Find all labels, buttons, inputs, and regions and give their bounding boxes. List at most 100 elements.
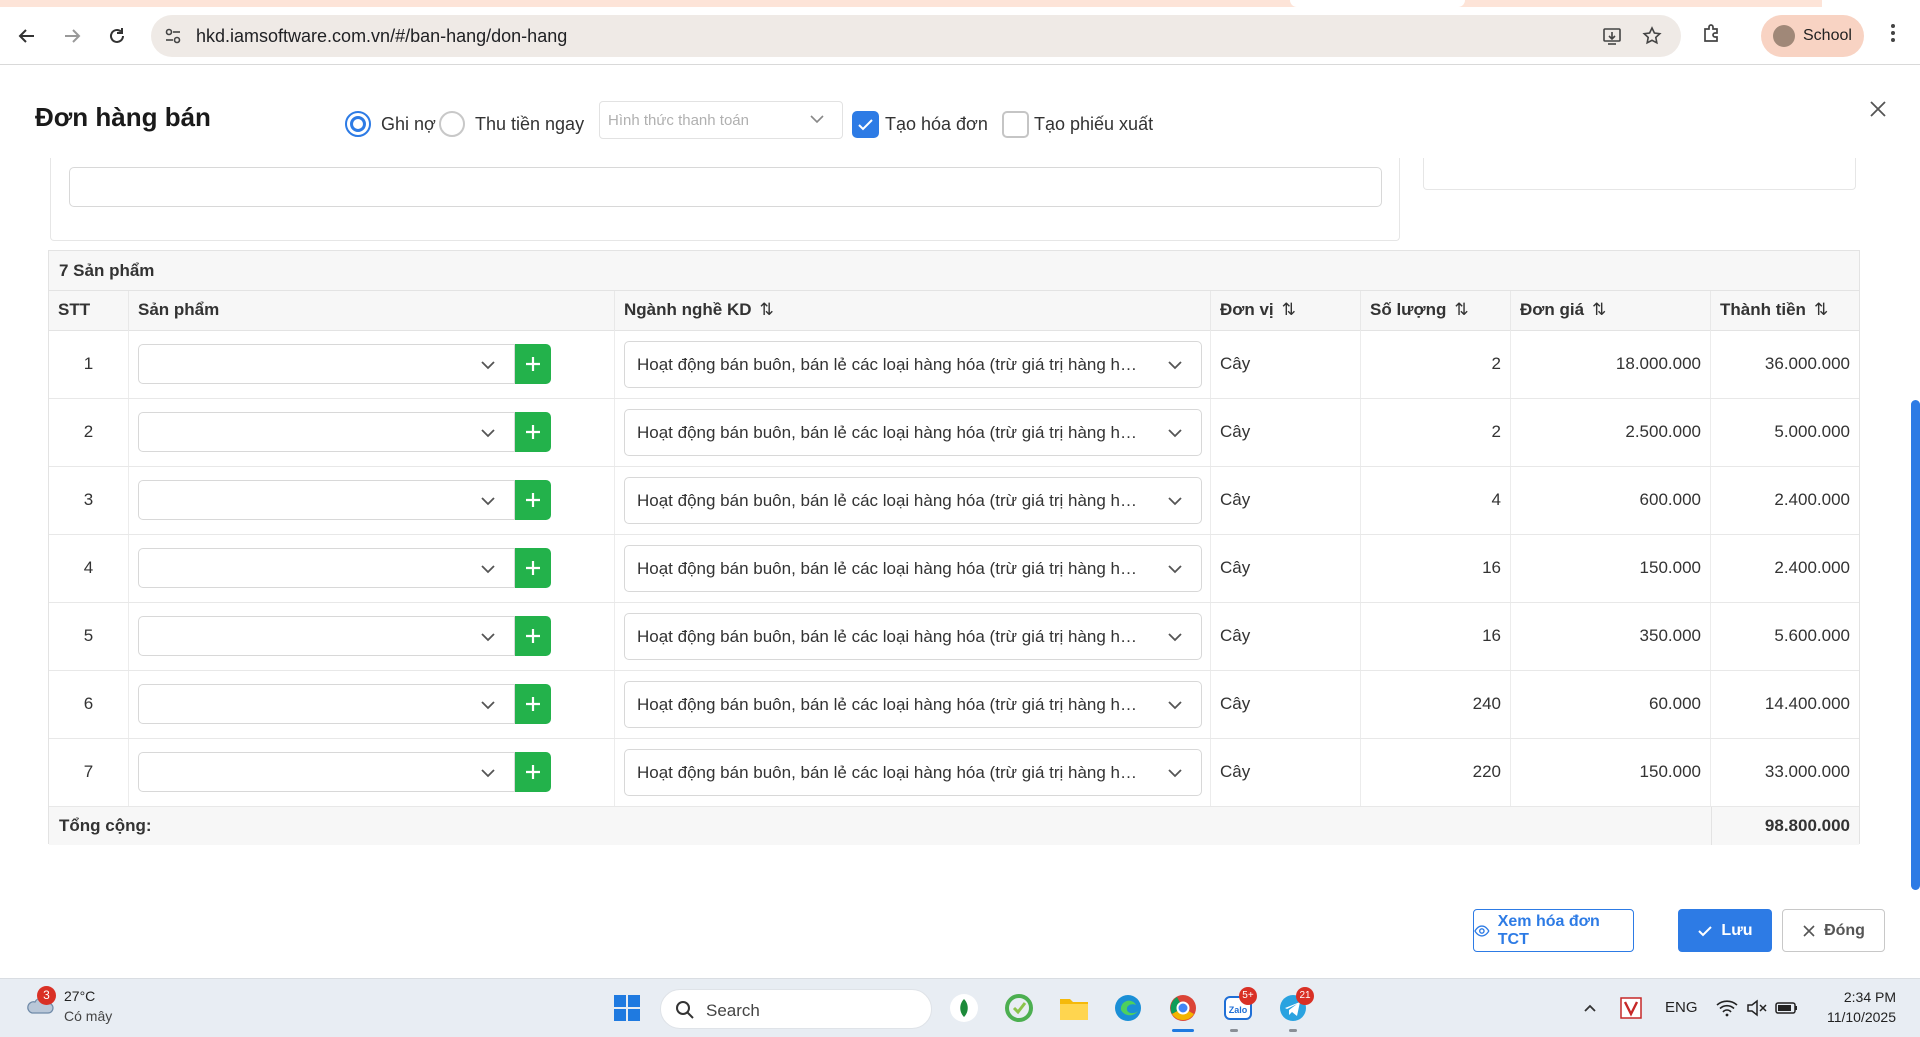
vertical-scrollbar[interactable] [1911,178,1920,978]
url-text[interactable]: hkd.iamsoftware.com.vn/#/ban-hang/don-ha… [196,26,567,47]
add-product-button[interactable] [515,344,551,384]
cell-unit: Cây [1211,467,1361,534]
bookmark-star-icon[interactable] [1641,25,1663,47]
radio-cash[interactable] [439,111,465,137]
plus-icon [526,765,540,779]
profile-name: School [1803,27,1852,44]
create-invoice-label[interactable]: Tạo hóa đơn [885,114,988,135]
product-select[interactable] [138,412,515,452]
th-industry[interactable]: Ngành nghề KD ⇅ [615,291,1211,331]
product-select[interactable] [138,684,515,724]
sort-icon[interactable]: ⇅ [1814,300,1828,320]
cell-qty: 220 [1361,739,1511,806]
table-row: 1 Hoạt động bán buôn, bán lẻ các loại hàn… [49,331,1859,399]
cell-stt: 4 [49,535,129,602]
radio-debt[interactable] [345,111,371,137]
plus-icon [526,629,540,643]
app-green-icon[interactable] [1001,990,1037,1026]
th-qty[interactable]: Số lượng ⇅ [1361,291,1511,331]
th-amount[interactable]: Thành tiền ⇅ [1711,291,1859,331]
more-menu-icon[interactable] [1881,21,1911,51]
sort-icon[interactable]: ⇅ [1282,300,1296,320]
create-export-label[interactable]: Tạo phiếu xuất [1034,114,1153,135]
install-app-icon[interactable] [1601,25,1623,47]
radio-debt-label[interactable]: Ghi nợ [381,114,436,135]
sort-icon[interactable]: ⇅ [760,300,774,320]
industry-value: Hoạt động bán buôn, bán lẻ các loại hàng… [637,355,1137,374]
chevron-down-icon [478,695,498,715]
close-button[interactable]: Đóng [1782,909,1885,952]
industry-select[interactable]: Hoạt động bán buôn, bán lẻ các loại hàng… [624,613,1202,660]
th-unit[interactable]: Đơn vị ⇅ [1211,291,1361,331]
add-product-button[interactable] [515,548,551,588]
product-select[interactable] [138,548,515,588]
chrome-browser-icon[interactable] [1165,990,1201,1026]
create-invoice-checkbox[interactable] [852,111,879,138]
clock-time[interactable]: 2:34 PM [1836,989,1896,1005]
product-select[interactable] [138,480,515,520]
wifi-icon[interactable] [1712,990,1742,1026]
file-explorer-icon[interactable] [1056,990,1092,1026]
battery-icon[interactable] [1772,990,1802,1026]
antivirus-icon[interactable] [1616,990,1646,1026]
cell-industry: Hoạt động bán buôn, bán lẻ các loại hàng… [615,467,1211,534]
industry-select[interactable]: Hoạt động bán buôn, bán lẻ các loại hàng… [624,545,1202,592]
view-tct-invoice-label: Xem hóa đơn TCT [1497,912,1600,948]
reload-icon[interactable] [102,21,132,51]
th-price[interactable]: Đơn giá ⇅ [1511,291,1711,331]
industry-select[interactable]: Hoạt động bán buôn, bán lẻ các loại hàng… [624,341,1202,388]
create-export-checkbox[interactable] [1002,111,1029,138]
app-leaf-icon[interactable] [946,990,982,1026]
save-button[interactable]: Lưu [1678,909,1772,952]
cell-price: 150.000 [1511,739,1711,806]
payment-method-placeholder: Hình thức thanh toán [608,112,749,129]
back-icon[interactable] [12,21,42,51]
chevron-up-icon[interactable] [1575,990,1605,1026]
cell-qty: 16 [1361,603,1511,670]
industry-select[interactable]: Hoạt động bán buôn, bán lẻ các loại hàng… [624,681,1202,728]
windows-start-icon[interactable] [609,990,645,1026]
view-tct-invoice-button[interactable]: Xem hóa đơn TCT [1473,909,1634,952]
extensions-icon[interactable] [1700,21,1730,51]
close-icon[interactable] [1866,97,1890,121]
total-value: 98.800.000 [1711,807,1859,845]
chevron-down-icon [1165,423,1185,443]
industry-select[interactable]: Hoạt động bán buôn, bán lẻ các loại hàng… [624,749,1202,796]
edge-browser-icon[interactable] [1110,990,1146,1026]
scrollbar-thumb[interactable] [1911,400,1920,890]
product-select[interactable] [138,616,515,656]
sort-icon[interactable]: ⇅ [1454,300,1468,320]
sort-icon[interactable]: ⇅ [1592,300,1606,320]
chevron-down-icon [1165,491,1185,511]
language-indicator[interactable]: ENG [1665,999,1698,1016]
volume-muted-icon[interactable] [1742,990,1772,1026]
active-app-indicator [1172,1029,1194,1032]
industry-select[interactable]: Hoạt động bán buôn, bán lẻ các loại hàng… [624,409,1202,456]
add-product-button[interactable] [515,684,551,724]
taskbar-search[interactable]: Search [660,989,932,1029]
profile-button[interactable]: School [1761,15,1864,57]
add-product-button[interactable] [515,412,551,452]
clock-date[interactable]: 11/10/2025 [1812,1009,1896,1025]
weather-temp[interactable]: 27°C [64,988,95,1004]
notes-input[interactable] [69,167,1382,207]
chevron-down-icon [1165,355,1185,375]
products-table: 7 Sản phẩm STT Sản phẩm Ngành nghề KD ⇅ Đ… [48,250,1860,845]
address-bar[interactable]: hkd.iamsoftware.com.vn/#/ban-hang/don-ha… [151,15,1681,57]
add-product-button[interactable] [515,616,551,656]
payment-method-select[interactable]: Hình thức thanh toán [599,101,843,139]
industry-select[interactable]: Hoạt động bán buôn, bán lẻ các loại hàng… [624,477,1202,524]
forward-icon[interactable] [57,21,87,51]
add-product-button[interactable] [515,480,551,520]
cell-amount: 33.000.000 [1764,762,1850,781]
radio-cash-label[interactable]: Thu tiền ngay [475,114,584,135]
weather-desc[interactable]: Có mây [64,1008,112,1024]
product-select[interactable] [138,752,515,792]
industry-value: Hoạt động bán buôn, bán lẻ các loại hàng… [637,491,1137,510]
industry-value: Hoạt động bán buôn, bán lẻ các loại hàng… [637,763,1137,782]
site-settings-icon[interactable] [163,26,183,46]
add-product-button[interactable] [515,752,551,792]
cell-stt: 2 [49,399,129,466]
product-select[interactable] [138,344,515,384]
chevron-down-icon [478,763,498,783]
